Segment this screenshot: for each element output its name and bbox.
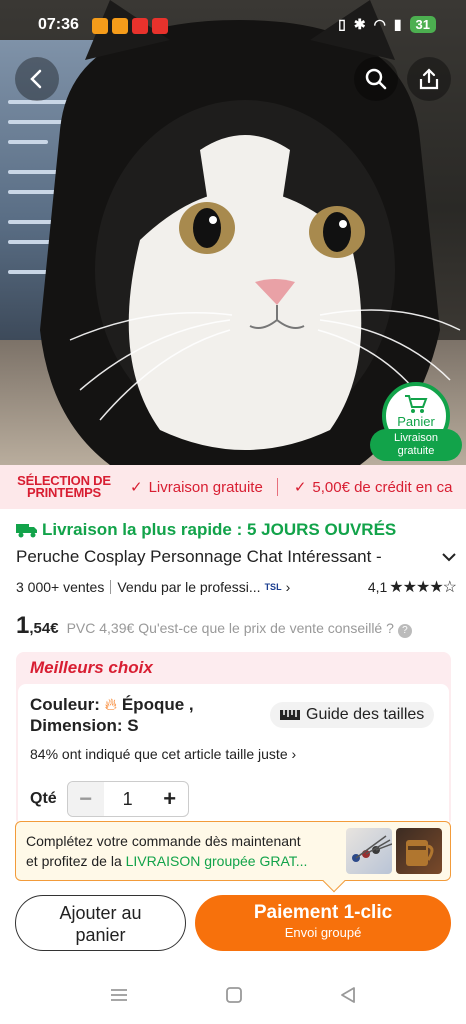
add-to-cart-line2: panier [75,925,126,945]
spring-selection-logo: SÉLECTION DE PRINTEMPS [14,474,114,500]
youtube-notification-icon [152,18,168,34]
one-click-pay-label: Paiement 1-clic [253,902,393,923]
variant-selection[interactable]: Couleur: 🔥︎ Époque , Dimension: S [30,694,194,736]
free-shipping-line1: Livraison [393,432,439,444]
size-fit-text: 84% ont indiqué que cet article taille j… [30,746,288,762]
variant-panel: Couleur: 🔥︎ Époque , Dimension: S Guide … [18,684,449,827]
menu-icon[interactable] [109,987,129,1003]
truck-icon [16,524,37,538]
group-delivery-banner[interactable]: Complétez votre commande dès maintenant … [15,821,451,893]
vibrate-icon: ▯ [338,16,346,32]
fast-delivery-text: Livraison la plus rapide : 5 JOURS OUVRÉ… [42,520,397,539]
add-to-cart-line1: Ajouter au [59,903,142,923]
bluetooth-icon: ✱ [353,16,366,32]
quantity-label: Qté [30,790,57,807]
chevron-left-icon [30,69,42,89]
best-choice-card: Meilleurs choix Couleur: 🔥︎ Époque , Dim… [16,652,451,827]
group-banner-highlight: LIVRAISON groupée GRAT... [125,853,308,869]
color-label: Couleur: [30,695,100,714]
guitar-keychain-image [352,835,393,862]
price-integer: 1 [16,612,30,639]
free-shipping-line2: gratuite [397,445,435,457]
free-shipping-badge: Livraison gratuite [370,429,462,461]
product-meta-row: 3 000+ ventes Vendu par le professi... T… [16,577,457,597]
pvc-label: PVC 4,39€ [67,620,135,636]
status-time: 07:36 [38,16,79,33]
chevron-right-icon: › [291,746,297,762]
banner-pointer [322,869,346,893]
chevron-down-icon[interactable] [442,552,456,562]
color-value: Époque , [121,695,194,714]
system-navigation-bar [0,965,466,1024]
promo-strip[interactable]: SÉLECTION DE PRINTEMPS ✓ Livraison gratu… [0,465,466,509]
flame-icon: 🔥︎ [104,695,118,714]
size-fit-info[interactable]: 84% ont indiqué que cet article taille j… [30,746,296,762]
fast-delivery-banner: Livraison la plus rapide : 5 JOURS OUVRÉ… [16,520,396,540]
back-button[interactable] [15,57,59,101]
pvc-value: 4,39€ [99,620,135,636]
status-bar: 07:36 ▯ ✱ ◠ ▮ 31 [0,0,466,52]
group-shipping-label: Envoi groupé [284,925,362,940]
price-decimal: ,54€ [29,620,59,637]
music-notification-icon [132,18,148,34]
promo-credit: ✓ 5,00€ de crédit en ca [293,478,453,497]
chevron-right-icon[interactable]: › [286,579,291,595]
decrease-quantity-button[interactable]: − [67,782,104,816]
rating[interactable]: 4,1 ★★★★☆ [367,577,457,597]
add-to-cart-button[interactable]: Ajouter au panier [15,895,186,951]
quantity-stepper[interactable]: − 1 + [66,781,189,817]
quantity-value[interactable]: 1 [104,789,152,810]
cart-label: Panier [397,414,435,429]
suggested-product-thumbnail[interactable] [396,828,442,874]
product-title: Peruche Cosplay Personnage Chat Intéress… [16,547,382,566]
product-title-row[interactable]: Peruche Cosplay Personnage Chat Intéress… [16,547,456,567]
promo-separator [276,478,278,496]
size-guide-button[interactable]: Guide des tailles [270,702,435,728]
price-row: 1 ,54€ PVC 4,39€ Qu'est-ce que le prix d… [16,612,412,640]
home-icon[interactable] [225,986,243,1004]
back-triangle-icon[interactable] [339,986,357,1004]
wifi-icon: ◠ [373,16,386,32]
promo-item-label: 5,00€ de crédit en ca [312,478,453,496]
check-icon: ✓ [293,479,307,496]
promo-item-label: Livraison gratuite [148,478,263,496]
group-banner-prefix: et profitez de la [26,853,126,869]
suggested-product-thumbnail[interactable] [346,828,393,874]
pvc-label-text: PVC [66,620,96,636]
one-click-pay-button[interactable]: Paiement 1-clic Envoi groupé [195,895,451,951]
share-button[interactable] [407,57,451,101]
seller-badge: TSL [264,582,282,592]
search-icon [365,68,387,90]
info-icon[interactable]: ? [397,624,412,638]
size-guide-label: Guide des tailles [306,706,425,723]
divider [110,580,112,594]
star-rating-icon: ★★★★☆ [389,579,457,596]
sales-count: 3 000+ ventes [16,579,105,595]
share-icon [419,68,439,90]
app-notification-icon [112,18,128,34]
app-notification-icon [92,18,108,34]
system-icons: ▯ ✱ ◠ ▮ 31 [338,16,436,33]
notification-icons [92,18,168,34]
mug-image [406,840,434,866]
quantity-row: Qté − 1 + [30,781,189,817]
battery-indicator: 31 [409,16,436,33]
promo-brand-line2: PRINTEMPS [26,485,102,500]
dimension-value: S [127,716,139,735]
promo-free-shipping: ✓ Livraison gratuite [130,478,263,497]
pvc-question[interactable]: Qu'est-ce que le prix de vente conseillé… [138,620,394,636]
check-icon: ✓ [130,479,143,496]
cart-icon [405,395,428,413]
best-choice-heading: Meilleurs choix [30,658,153,677]
ruler-icon [280,710,300,720]
increase-quantity-button[interactable]: + [152,786,188,812]
signal-icon: ▮ [393,16,402,32]
dimension-label: Dimension: [30,716,123,735]
search-button[interactable] [354,57,398,101]
rating-value: 4,1 [367,579,388,595]
seller-link[interactable]: Vendu par le professi... [117,579,260,595]
